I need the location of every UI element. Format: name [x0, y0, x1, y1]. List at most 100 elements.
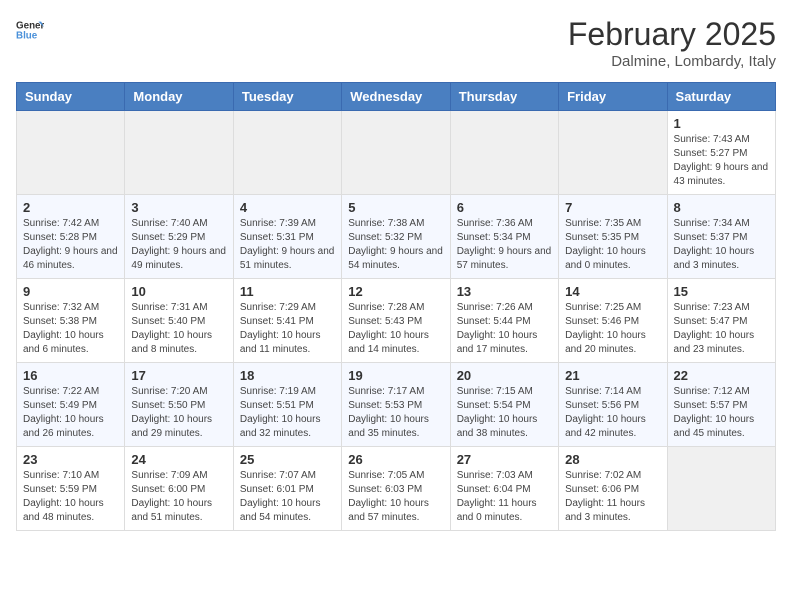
day-number: 5: [348, 200, 443, 215]
week-row-4: 16 Sunrise: 7:22 AM Sunset: 5:49 PM Dayli…: [17, 363, 776, 447]
day-info: Sunrise: 7:40 AM Sunset: 5:29 PM Dayligh…: [131, 217, 226, 273]
day-info: Sunrise: 7:31 AM Sunset: 5:40 PM Dayligh…: [131, 301, 226, 357]
day-info: Sunrise: 7:34 AM Sunset: 5:37 PM Dayligh…: [674, 217, 769, 273]
col-friday: Friday: [559, 83, 667, 111]
day-cell: 14 Sunrise: 7:25 AM Sunset: 5:46 PM Dayli…: [559, 279, 667, 363]
title-block: February 2025 Dalmine, Lombardy, Italy: [568, 16, 776, 70]
day-cell: 7 Sunrise: 7:35 AM Sunset: 5:35 PM Daylig…: [559, 195, 667, 279]
day-info: Sunrise: 7:38 AM Sunset: 5:32 PM Dayligh…: [348, 217, 443, 273]
day-cell: [125, 111, 233, 195]
day-number: 1: [674, 116, 769, 131]
day-number: 17: [131, 368, 226, 383]
day-number: 25: [240, 452, 335, 467]
day-number: 8: [674, 200, 769, 215]
day-cell: 28 Sunrise: 7:02 AM Sunset: 6:06 PM Dayli…: [559, 447, 667, 531]
day-cell: 17 Sunrise: 7:20 AM Sunset: 5:50 PM Dayli…: [125, 363, 233, 447]
day-number: 19: [348, 368, 443, 383]
day-info: Sunrise: 7:29 AM Sunset: 5:41 PM Dayligh…: [240, 301, 335, 357]
day-cell: [559, 111, 667, 195]
col-thursday: Thursday: [450, 83, 558, 111]
day-info: Sunrise: 7:25 AM Sunset: 5:46 PM Dayligh…: [565, 301, 660, 357]
day-number: 27: [457, 452, 552, 467]
day-cell: 3 Sunrise: 7:40 AM Sunset: 5:29 PM Daylig…: [125, 195, 233, 279]
day-cell: 2Sunrise: 7:42 AM Sunset: 5:28 PM Daylig…: [17, 195, 125, 279]
day-cell: [667, 447, 775, 531]
day-info: Sunrise: 7:05 AM Sunset: 6:03 PM Dayligh…: [348, 469, 443, 525]
day-cell: 12 Sunrise: 7:28 AM Sunset: 5:43 PM Dayli…: [342, 279, 450, 363]
day-number: 7: [565, 200, 660, 215]
day-info: Sunrise: 7:07 AM Sunset: 6:01 PM Dayligh…: [240, 469, 335, 525]
day-info: Sunrise: 7:28 AM Sunset: 5:43 PM Dayligh…: [348, 301, 443, 357]
day-cell: [450, 111, 558, 195]
day-info: Sunrise: 7:35 AM Sunset: 5:35 PM Dayligh…: [565, 217, 660, 273]
col-saturday: Saturday: [667, 83, 775, 111]
month-year-title: February 2025: [568, 16, 776, 53]
day-info: Sunrise: 7:19 AM Sunset: 5:51 PM Dayligh…: [240, 385, 335, 441]
day-info: Sunrise: 7:43 AM Sunset: 5:27 PM Dayligh…: [674, 133, 769, 189]
day-number: 9: [23, 284, 118, 299]
day-info: Sunrise: 7:20 AM Sunset: 5:50 PM Dayligh…: [131, 385, 226, 441]
day-cell: 20Sunrise: 7:15 AM Sunset: 5:54 PM Dayli…: [450, 363, 558, 447]
page-header: General Blue February 2025 Dalmine, Lomb…: [16, 16, 776, 70]
day-info: Sunrise: 7:15 AM Sunset: 5:54 PM Dayligh…: [457, 385, 552, 441]
day-cell: 11Sunrise: 7:29 AM Sunset: 5:41 PM Dayli…: [233, 279, 341, 363]
week-row-5: 23Sunrise: 7:10 AM Sunset: 5:59 PM Dayli…: [17, 447, 776, 531]
day-cell: 21 Sunrise: 7:14 AM Sunset: 5:56 PM Dayli…: [559, 363, 667, 447]
day-number: 24: [131, 452, 226, 467]
week-row-3: 9 Sunrise: 7:32 AM Sunset: 5:38 PM Daylig…: [17, 279, 776, 363]
logo-icon: General Blue: [16, 16, 44, 44]
day-cell: 16 Sunrise: 7:22 AM Sunset: 5:49 PM Dayli…: [17, 363, 125, 447]
day-number: 18: [240, 368, 335, 383]
day-cell: 9 Sunrise: 7:32 AM Sunset: 5:38 PM Daylig…: [17, 279, 125, 363]
day-info: Sunrise: 7:36 AM Sunset: 5:34 PM Dayligh…: [457, 217, 552, 273]
day-cell: 22Sunrise: 7:12 AM Sunset: 5:57 PM Dayli…: [667, 363, 775, 447]
day-number: 21: [565, 368, 660, 383]
week-row-2: 2Sunrise: 7:42 AM Sunset: 5:28 PM Daylig…: [17, 195, 776, 279]
day-info: Sunrise: 7:32 AM Sunset: 5:38 PM Dayligh…: [23, 301, 118, 357]
day-cell: 15Sunrise: 7:23 AM Sunset: 5:47 PM Dayli…: [667, 279, 775, 363]
calendar-table: Sunday Monday Tuesday Wednesday Thursday…: [16, 82, 776, 531]
col-wednesday: Wednesday: [342, 83, 450, 111]
day-cell: 10 Sunrise: 7:31 AM Sunset: 5:40 PM Dayli…: [125, 279, 233, 363]
day-cell: 13 Sunrise: 7:26 AM Sunset: 5:44 PM Dayli…: [450, 279, 558, 363]
day-cell: 6Sunrise: 7:36 AM Sunset: 5:34 PM Daylig…: [450, 195, 558, 279]
day-number: 4: [240, 200, 335, 215]
day-number: 12: [348, 284, 443, 299]
col-tuesday: Tuesday: [233, 83, 341, 111]
day-number: 2: [23, 200, 118, 215]
day-cell: [342, 111, 450, 195]
day-info: Sunrise: 7:26 AM Sunset: 5:44 PM Dayligh…: [457, 301, 552, 357]
day-number: 16: [23, 368, 118, 383]
day-cell: 19 Sunrise: 7:17 AM Sunset: 5:53 PM Dayli…: [342, 363, 450, 447]
day-number: 3: [131, 200, 226, 215]
col-monday: Monday: [125, 83, 233, 111]
day-cell: 24 Sunrise: 7:09 AM Sunset: 6:00 PM Dayli…: [125, 447, 233, 531]
day-number: 28: [565, 452, 660, 467]
day-cell: 25 Sunrise: 7:07 AM Sunset: 6:01 PM Dayli…: [233, 447, 341, 531]
day-cell: 26Sunrise: 7:05 AM Sunset: 6:03 PM Dayli…: [342, 447, 450, 531]
day-info: Sunrise: 7:14 AM Sunset: 5:56 PM Dayligh…: [565, 385, 660, 441]
col-sunday: Sunday: [17, 83, 125, 111]
day-cell: [17, 111, 125, 195]
svg-text:Blue: Blue: [16, 30, 38, 41]
day-info: Sunrise: 7:02 AM Sunset: 6:06 PM Dayligh…: [565, 469, 660, 525]
day-info: Sunrise: 7:17 AM Sunset: 5:53 PM Dayligh…: [348, 385, 443, 441]
day-number: 10: [131, 284, 226, 299]
location-subtitle: Dalmine, Lombardy, Italy: [568, 53, 776, 70]
calendar-header-row: Sunday Monday Tuesday Wednesday Thursday…: [17, 83, 776, 111]
day-cell: 23Sunrise: 7:10 AM Sunset: 5:59 PM Dayli…: [17, 447, 125, 531]
day-info: Sunrise: 7:23 AM Sunset: 5:47 PM Dayligh…: [674, 301, 769, 357]
day-cell: 27 Sunrise: 7:03 AM Sunset: 6:04 PM Dayli…: [450, 447, 558, 531]
day-info: Sunrise: 7:22 AM Sunset: 5:49 PM Dayligh…: [23, 385, 118, 441]
day-number: 23: [23, 452, 118, 467]
day-cell: 8 Sunrise: 7:34 AM Sunset: 5:37 PM Daylig…: [667, 195, 775, 279]
day-info: Sunrise: 7:09 AM Sunset: 6:00 PM Dayligh…: [131, 469, 226, 525]
day-cell: 18 Sunrise: 7:19 AM Sunset: 5:51 PM Dayli…: [233, 363, 341, 447]
day-number: 14: [565, 284, 660, 299]
day-cell: 1 Sunrise: 7:43 AM Sunset: 5:27 PM Daylig…: [667, 111, 775, 195]
day-cell: 5 Sunrise: 7:38 AM Sunset: 5:32 PM Daylig…: [342, 195, 450, 279]
day-number: 13: [457, 284, 552, 299]
day-number: 22: [674, 368, 769, 383]
day-cell: [233, 111, 341, 195]
day-info: Sunrise: 7:03 AM Sunset: 6:04 PM Dayligh…: [457, 469, 552, 525]
